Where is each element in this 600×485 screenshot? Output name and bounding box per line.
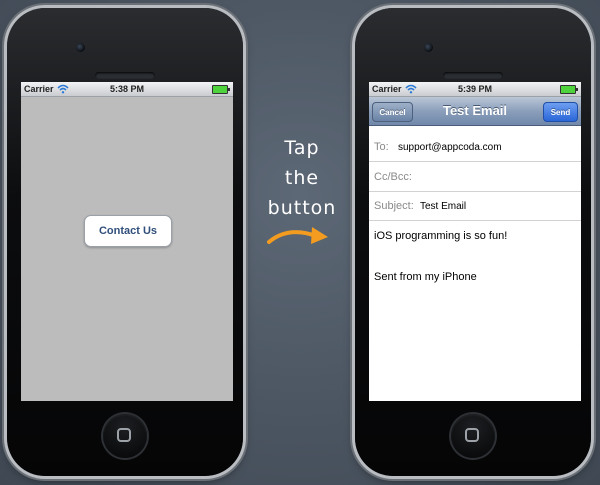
earpiece-speaker: [95, 72, 155, 79]
status-bar: Carrier 5:39 PM: [369, 82, 581, 97]
earpiece-speaker: [443, 72, 503, 79]
subject-field[interactable]: Subject: Test Email: [369, 191, 581, 221]
cc-bcc-field[interactable]: Cc/Bcc:: [369, 162, 581, 192]
right-screen: Carrier 5:39 PM Cancel Test Email Send T…: [369, 82, 581, 401]
navigation-bar: Cancel Test Email Send: [369, 97, 581, 126]
front-camera: [424, 43, 433, 52]
home-square-icon: [117, 428, 131, 442]
status-time: 5:38 PM: [109, 84, 144, 94]
right-iphone: Carrier 5:39 PM Cancel Test Email Send T…: [355, 8, 591, 476]
battery-icon: [560, 85, 578, 94]
home-button[interactable]: [103, 414, 147, 458]
subject-label: Subject:: [374, 200, 414, 212]
status-bar: Carrier 5:38 PM: [21, 82, 233, 97]
email-body[interactable]: iOS programming is so fun! Sent from my …: [369, 221, 581, 401]
to-field[interactable]: To: support@appcoda.com: [369, 132, 581, 162]
arrow-icon: [267, 227, 328, 244]
annotation-text: Tap the button: [260, 133, 344, 223]
app-view: Contact Us: [21, 97, 233, 401]
annotation-line-3: button: [267, 197, 337, 219]
body-line-1: iOS programming is so fun!: [374, 230, 508, 242]
status-time: 5:39 PM: [457, 84, 492, 94]
subject-value[interactable]: Test Email: [420, 201, 466, 212]
left-screen: Carrier 5:38 PM Contact Us: [21, 82, 233, 401]
battery-icon: [212, 85, 230, 94]
home-button[interactable]: [451, 414, 495, 458]
contact-us-button[interactable]: Contact Us: [84, 215, 172, 247]
send-button[interactable]: Send: [543, 102, 578, 122]
to-value[interactable]: support@appcoda.com: [398, 142, 502, 153]
to-label: To:: [374, 141, 389, 153]
home-square-icon: [465, 428, 479, 442]
signature-line: Sent from my iPhone: [374, 271, 477, 283]
cc-bcc-label: Cc/Bcc:: [374, 171, 412, 183]
left-iphone: Carrier 5:38 PM Contact Us: [7, 8, 243, 476]
annotation-line-2: the: [284, 167, 320, 189]
annotation-line-1: Tap: [284, 137, 320, 159]
front-camera: [76, 43, 85, 52]
